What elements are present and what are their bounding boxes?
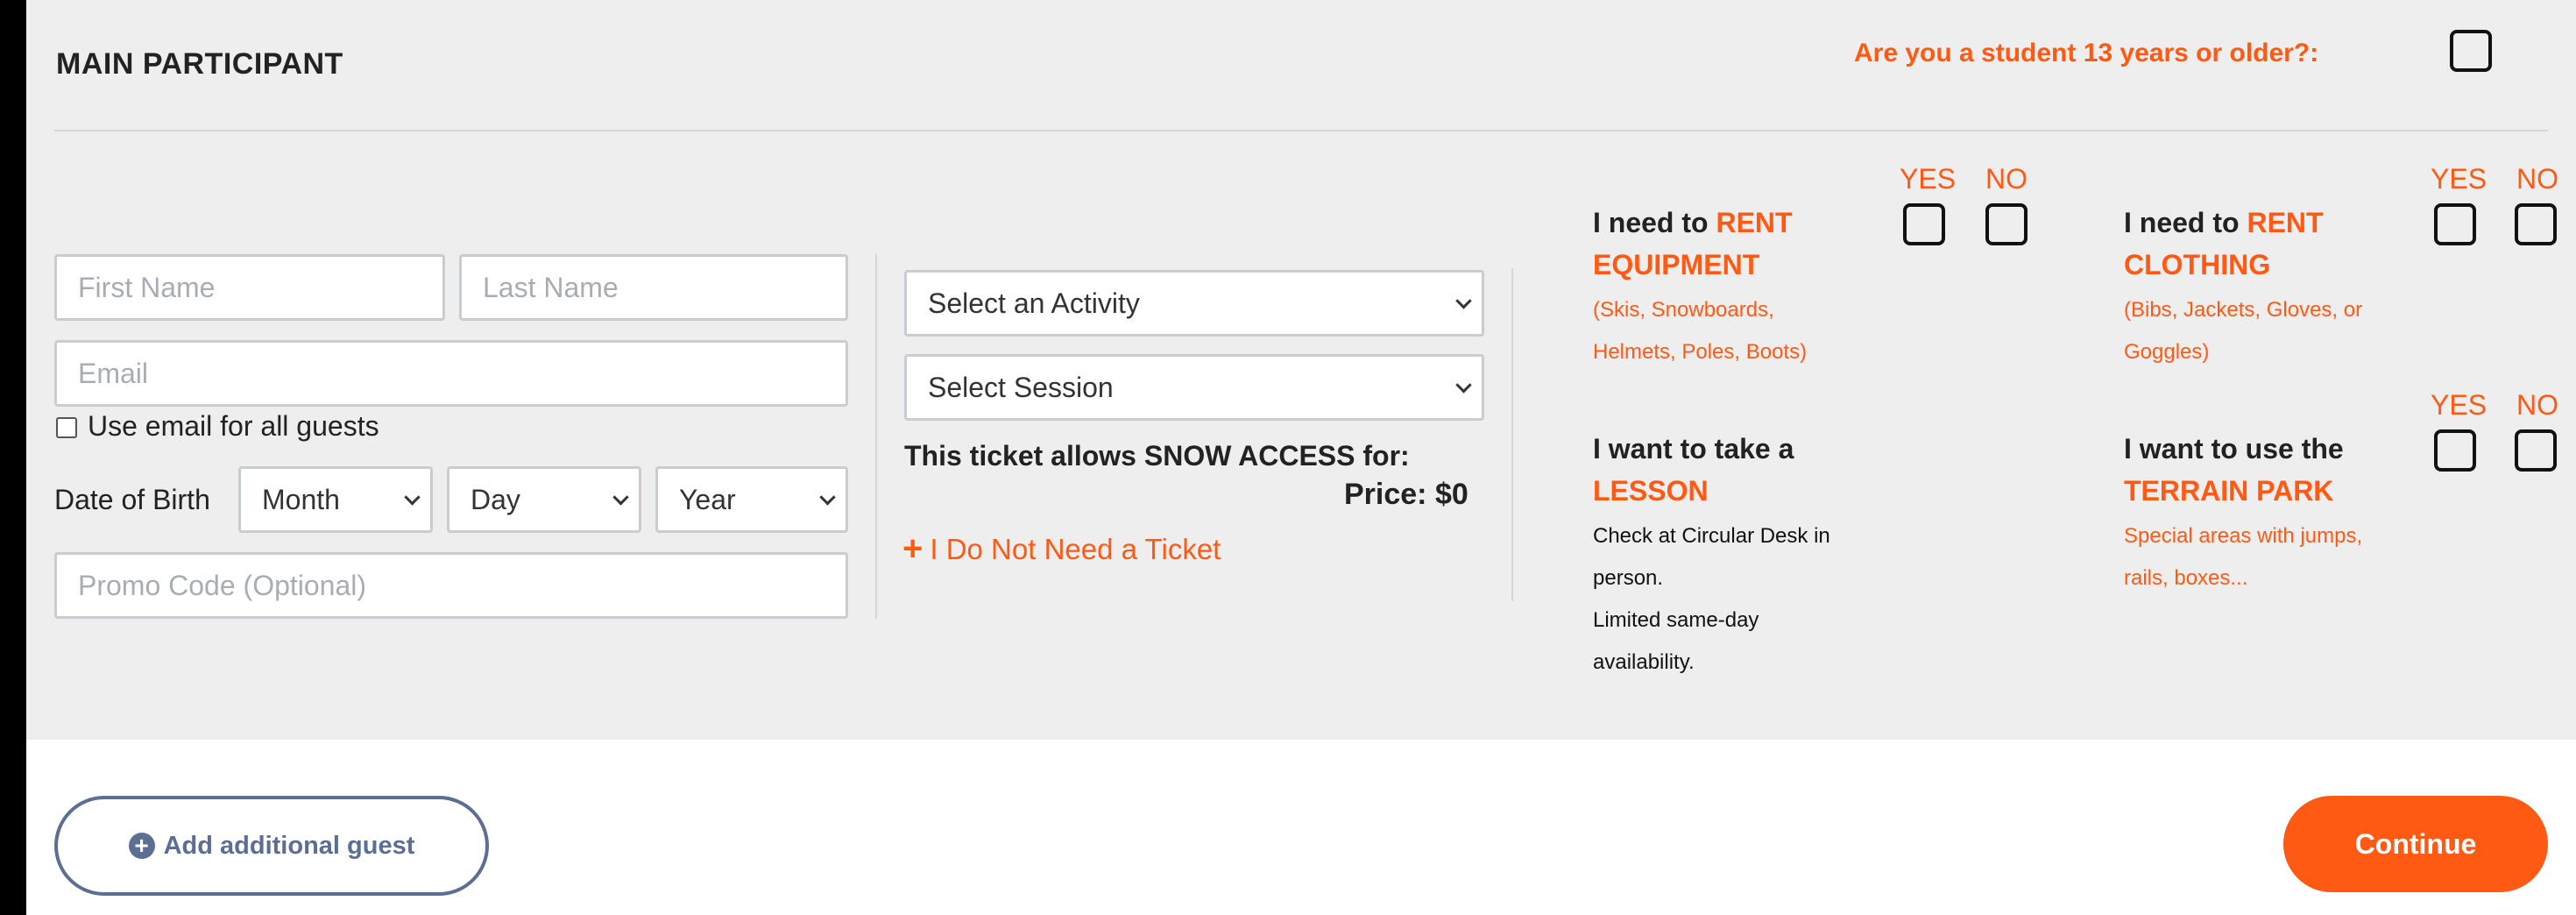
- rent-clothing-yes-checkbox[interactable]: [2434, 203, 2476, 245]
- use-email-checkbox[interactable]: [56, 417, 77, 438]
- rent-clothing-desc-2: Goggles): [2124, 340, 2210, 364]
- no-ticket-label: I Do Not Need a Ticket: [930, 532, 1221, 565]
- no-ticket-link[interactable]: + I Do Not Need a Ticket: [902, 529, 1221, 569]
- terrain-desc-2: rails, boxes...: [2124, 566, 2248, 590]
- add-guest-label: Add additional guest: [163, 831, 415, 860]
- student-question: Are you a student 13 years or older?:: [1854, 39, 2319, 67]
- plus-icon: +: [902, 529, 924, 568]
- column-divider-2: [1511, 268, 1513, 601]
- lesson-desc: Check at Circular Desk in person. Limite…: [1593, 515, 1830, 684]
- rent-equipment-yes-checkbox[interactable]: [1903, 203, 1945, 245]
- dob-year-value: Year: [679, 483, 736, 515]
- lesson-desc-3: Limited same-day: [1593, 608, 1759, 632]
- activity-select[interactable]: Select an Activity: [904, 270, 1484, 337]
- lesson-desc-2: person.: [1593, 566, 1664, 590]
- left-edge-bar: [0, 0, 26, 915]
- plus-circle-icon: +: [128, 833, 155, 859]
- add-guest-button[interactable]: + Add additional guest: [54, 796, 489, 896]
- continue-label: Continue: [2354, 827, 2477, 860]
- yes-label: YES: [1900, 163, 1957, 195]
- rent-equipment-no-checkbox[interactable]: [1985, 203, 2028, 245]
- use-email-label: Use email for all guests: [88, 410, 379, 442]
- dob-year-select[interactable]: Year: [655, 466, 848, 533]
- chevron-down-icon: [404, 489, 421, 506]
- terrain-park-yes-checkbox[interactable]: [2434, 429, 2476, 472]
- section-title: MAIN PARTICIPANT: [56, 47, 343, 81]
- rent-equipment-highlight-2: EQUIPMENT: [1593, 249, 1760, 280]
- rent-clothing-no-checkbox[interactable]: [2515, 203, 2557, 245]
- lesson-heading: I want to take a LESSON: [1593, 428, 1794, 512]
- chevron-down-icon: [1455, 377, 1472, 394]
- terrain-desc-1: Special areas with jumps,: [2124, 524, 2363, 548]
- no-label: NO: [1985, 163, 2028, 195]
- email-input[interactable]: Email: [54, 340, 848, 407]
- dob-month-select[interactable]: Month: [238, 466, 433, 533]
- first-name-input[interactable]: First Name: [54, 254, 445, 321]
- dob-day-value: Day: [471, 483, 520, 515]
- no-label: NO: [2516, 389, 2558, 421]
- lesson-desc-4: availability.: [1593, 650, 1695, 674]
- activity-value: Select an Activity: [928, 287, 1140, 319]
- rent-equipment-prefix: I need to: [1593, 207, 1716, 238]
- continue-button[interactable]: Continue: [2283, 796, 2548, 892]
- dob-day-select[interactable]: Day: [447, 466, 641, 533]
- rent-equipment-desc-1: (Skis, Snowboards,: [1593, 298, 1774, 322]
- last-name-input[interactable]: Last Name: [459, 254, 848, 321]
- student-checkbox[interactable]: [2450, 30, 2492, 72]
- lesson-line-1: I want to take a: [1593, 433, 1794, 465]
- terrain-highlight: TERRAIN PARK: [2124, 475, 2334, 507]
- session-value: Select Session: [928, 371, 1114, 403]
- chevron-down-icon: [819, 489, 836, 506]
- rent-equipment-desc: (Skis, Snowboards, Helmets, Poles, Boots…: [1593, 289, 1807, 373]
- rent-equipment-highlight-1: RENT: [1716, 207, 1793, 238]
- promo-code-input[interactable]: Promo Code (Optional): [54, 552, 848, 619]
- dob-month-value: Month: [262, 483, 340, 515]
- header-divider: [54, 130, 2548, 131]
- dob-label: Date of Birth: [54, 484, 210, 515]
- yes-label: YES: [2431, 389, 2488, 421]
- ticket-allows-text: This ticket allows SNOW ACCESS for:: [904, 440, 1410, 472]
- chevron-down-icon: [1455, 293, 1472, 309]
- session-select[interactable]: Select Session: [904, 354, 1484, 421]
- rent-clothing-heading: I need to RENT CLOTHING: [2124, 202, 2324, 286]
- no-label: NO: [2516, 163, 2558, 195]
- terrain-park-no-checkbox[interactable]: [2515, 429, 2557, 472]
- ticket-price: Price: $0: [1344, 478, 1468, 511]
- rent-clothing-prefix: I need to: [2124, 207, 2247, 238]
- rent-clothing-desc: (Bibs, Jackets, Gloves, or Goggles): [2124, 289, 2362, 373]
- rent-clothing-desc-1: (Bibs, Jackets, Gloves, or: [2124, 298, 2363, 322]
- chevron-down-icon: [612, 489, 629, 506]
- terrain-line-1: I want to use the: [2124, 433, 2344, 465]
- column-divider-1: [875, 254, 877, 619]
- rent-equipment-desc-2: Helmets, Poles, Boots): [1593, 340, 1808, 364]
- rent-clothing-highlight-1: RENT: [2247, 207, 2324, 238]
- terrain-park-heading: I want to use the TERRAIN PARK: [2124, 428, 2344, 512]
- rent-clothing-highlight-2: CLOTHING: [2124, 249, 2271, 280]
- rent-equipment-heading: I need to RENT EQUIPMENT: [1593, 202, 1793, 286]
- terrain-park-desc: Special areas with jumps, rails, boxes..…: [2124, 515, 2362, 599]
- lesson-highlight: LESSON: [1593, 475, 1709, 507]
- lesson-desc-1: Check at Circular Desk in: [1593, 524, 1830, 548]
- yes-label: YES: [2431, 163, 2488, 195]
